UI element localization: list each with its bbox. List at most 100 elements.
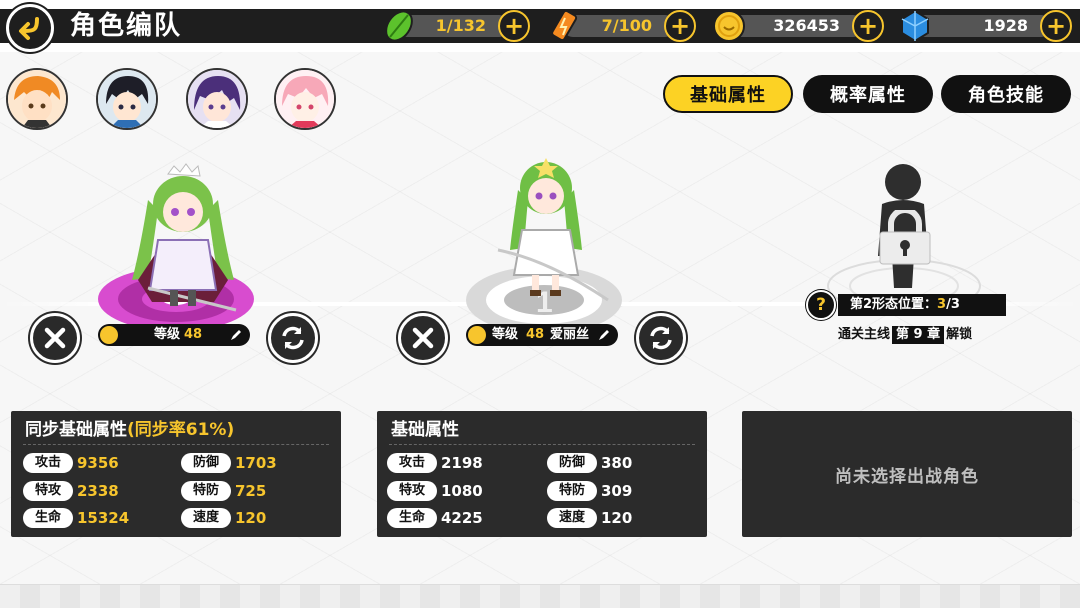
rename-pencil-icon[interactable] <box>596 327 612 343</box>
stat-special-defense: 特防 309 <box>547 481 697 501</box>
empty-slot-message: 尚未选择出战角色 <box>835 466 979 487</box>
battery-energy-icon <box>546 7 584 45</box>
avatar-orange-hair[interactable] <box>6 68 68 130</box>
level-value: 48 <box>184 327 203 342</box>
plus-icon: + <box>1045 12 1067 40</box>
form-position-current: 3 <box>937 297 947 312</box>
stat-hp: 生命 4225 <box>387 508 537 528</box>
stat-special-attack: 特攻 1080 <box>387 481 537 501</box>
stat-label: 特防 <box>547 481 597 501</box>
stat-label: 防御 <box>181 453 231 473</box>
stamina-leaf-icon <box>380 7 418 45</box>
crystal-value: 1928 <box>983 16 1028 35</box>
tab-basic-attributes[interactable]: 基础属性 <box>663 75 793 113</box>
stat-speed: 速度 120 <box>181 508 331 528</box>
avatar-black-hair[interactable] <box>96 68 158 130</box>
stat-value: 4225 <box>441 509 483 527</box>
form-position-bar: 第2形态位置：3/3 <box>838 294 1006 316</box>
star-icon <box>100 326 118 344</box>
avatar-purple-hair[interactable] <box>186 68 248 130</box>
stat-attack: 攻击 9356 <box>23 453 173 473</box>
sync-attributes-panel: 同步基础属性(同步率61%) 攻击 9356 防御 1703 特攻 2338 特… <box>11 411 341 537</box>
panel-title-text: 同步基础属性 <box>25 420 127 440</box>
stat-special-attack: 特攻 2338 <box>23 481 173 501</box>
plus-icon: + <box>503 12 525 40</box>
slot-2-character-sprite[interactable] <box>488 150 618 310</box>
empty-slot-panel: 尚未选择出战角色 <box>742 411 1072 537</box>
unlock-prefix: 通关主线 <box>838 327 891 342</box>
plus-icon: + <box>857 12 879 40</box>
stat-label: 生命 <box>23 508 73 528</box>
form-position-label: 第2形态位置： <box>850 297 938 312</box>
stat-attack: 攻击 2198 <box>387 453 537 473</box>
stat-speed: 速度 120 <box>547 508 697 528</box>
add-gold-button[interactable]: + <box>852 10 884 42</box>
unlock-condition: 通关主线第 9 章解锁 <box>838 326 972 344</box>
divider <box>389 444 695 445</box>
stat-value: 15324 <box>77 509 130 527</box>
slot-1-switch-button[interactable] <box>268 313 318 363</box>
stat-value: 380 <box>601 454 633 472</box>
add-energy-button[interactable]: + <box>664 10 696 42</box>
help-question-button[interactable]: ? <box>806 290 836 320</box>
stat-label: 特攻 <box>23 481 73 501</box>
resource-energy: 7/100 + <box>546 9 696 43</box>
stat-label: 防御 <box>547 453 597 473</box>
sync-rate: (同步率61%) <box>127 420 235 440</box>
stat-defense: 防御 1703 <box>181 453 331 473</box>
star-icon <box>468 326 486 344</box>
form-position-total: /3 <box>946 297 960 312</box>
close-icon <box>44 327 66 349</box>
stat-special-defense: 特防 725 <box>181 481 331 501</box>
add-crystal-button[interactable]: + <box>1040 10 1072 42</box>
stat-label: 生命 <box>387 508 437 528</box>
stat-label: 攻击 <box>23 453 73 473</box>
tab-character-skills[interactable]: 角色技能 <box>941 75 1071 113</box>
blue-crystal-icon <box>896 7 934 45</box>
lock-icon <box>879 210 931 265</box>
plus-icon: + <box>669 12 691 40</box>
level-label: 等级 <box>154 327 181 342</box>
gold-value: 326453 <box>773 16 840 35</box>
gold-coin-icon <box>710 7 748 45</box>
stat-value: 2198 <box>441 454 483 472</box>
rename-pencil-icon[interactable] <box>228 327 244 343</box>
close-icon <box>412 327 434 349</box>
avatar-pink-hair[interactable] <box>274 68 336 130</box>
panel-title: 同步基础属性(同步率61%) <box>25 419 234 441</box>
stat-value: 1703 <box>235 454 277 472</box>
locked-slot-info: ? 第2形态位置：3/3 <box>806 290 1006 320</box>
top-bar: 角色编队 1/132 + 7/100 + 326453 + 1928 + <box>0 0 1080 52</box>
refresh-icon <box>650 326 672 350</box>
slot-2-remove-button[interactable] <box>398 313 448 363</box>
stat-label: 攻击 <box>387 453 437 473</box>
slot-1-remove-button[interactable] <box>30 313 80 363</box>
stat-label: 速度 <box>547 508 597 528</box>
base-attributes-panel: 基础属性 攻击 2198 防御 380 特攻 1080 特防 309 生命 42… <box>377 411 707 537</box>
bottom-strip <box>0 584 1080 608</box>
panel-title: 基础属性 <box>391 420 459 440</box>
stat-value: 120 <box>601 509 633 527</box>
stat-hp: 生命 15324 <box>23 508 173 528</box>
stamina-value: 1/132 <box>435 16 486 35</box>
back-button[interactable] <box>6 4 54 52</box>
page-title: 角色编队 <box>70 11 183 41</box>
stat-value: 2338 <box>77 482 119 500</box>
unlock-chapter: 第 9 章 <box>892 326 945 344</box>
level-label: 等级 <box>492 327 519 342</box>
level-value: 48 <box>526 327 545 342</box>
stat-value: 120 <box>235 509 267 527</box>
resource-gold: 326453 + <box>710 9 884 43</box>
add-stamina-button[interactable]: + <box>498 10 530 42</box>
stat-value: 725 <box>235 482 267 500</box>
stat-label: 速度 <box>181 508 231 528</box>
energy-value: 7/100 <box>601 16 652 35</box>
stat-value: 1080 <box>441 482 483 500</box>
tab-probability-attributes[interactable]: 概率属性 <box>803 75 933 113</box>
slot-1-character-sprite[interactable] <box>118 160 248 320</box>
slot-2-level-tag: 等级 48 爱丽丝 <box>466 324 618 346</box>
stat-value: 9356 <box>77 454 119 472</box>
slot-2-switch-button[interactable] <box>636 313 686 363</box>
back-arrow-icon <box>19 17 39 40</box>
unlock-suffix: 解锁 <box>946 327 973 342</box>
